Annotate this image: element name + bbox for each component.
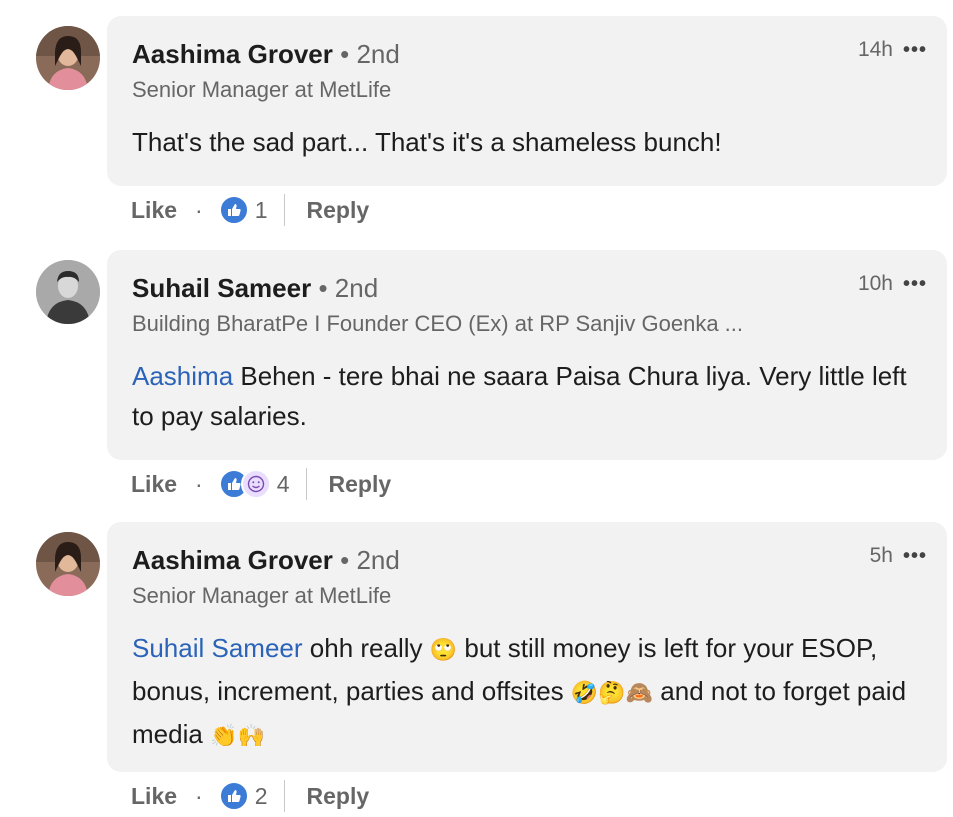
comment-actions: Like · 2 Reply <box>131 776 369 816</box>
comment-text: That's the sad part... That's it's a sha… <box>132 127 722 157</box>
like-button[interactable]: Like <box>131 197 177 224</box>
reaction-count: 1 <box>254 196 268 223</box>
avatar-photo-icon <box>36 26 100 90</box>
author-headline: Senior Manager at MetLife <box>132 77 392 102</box>
author-name[interactable]: Aashima Grover <box>132 39 333 69</box>
eye-roll-emoji-icon: 🙄 <box>429 638 458 663</box>
avatar[interactable] <box>36 260 100 324</box>
connection-degree: 2nd <box>334 273 379 303</box>
connection-degree: 2nd <box>356 39 400 69</box>
mention-link[interactable]: Aashima <box>132 361 233 391</box>
timestamp: 10h <box>857 272 893 295</box>
avatar[interactable] <box>36 532 100 596</box>
comment-text: Aashima Behen - tere bhai ne saara Paisa… <box>132 356 912 436</box>
reactions[interactable]: 2 <box>218 781 268 811</box>
author-headline: Building BharatPe I Founder CEO (Ex) at … <box>132 311 744 336</box>
author-headline: Senior Manager at MetLife <box>132 583 392 608</box>
separator-dot: · <box>195 196 203 223</box>
divider <box>305 468 307 500</box>
separator-dot: · <box>195 782 203 809</box>
reactions[interactable]: 1 <box>218 195 268 225</box>
like-button[interactable]: Like <box>131 783 177 810</box>
reaction-count: 4 <box>276 470 290 497</box>
divider <box>283 780 285 812</box>
more-options-icon[interactable]: ••• <box>903 545 927 568</box>
reaction-count: 2 <box>254 782 268 809</box>
mention-link[interactable]: Suhail Sameer <box>132 633 303 663</box>
more-options-icon[interactable]: ••• <box>903 39 927 62</box>
clap-raise-hands-emoji-icon: 👏🙌 <box>210 724 265 749</box>
reactions[interactable]: 4 <box>218 469 290 499</box>
author-name[interactable]: Aashima Grover <box>132 545 333 575</box>
like-button[interactable]: Like <box>131 471 177 498</box>
comment-text: Suhail Sameer ohh really 🙄 but still mon… <box>132 628 912 757</box>
comment-actions: Like · 1 Reply <box>131 190 369 230</box>
more-options-icon[interactable]: ••• <box>903 273 927 296</box>
reply-button[interactable]: Reply <box>307 197 370 224</box>
comment-bubble: Aashima Grover • 2nd Senior Manager at M… <box>107 522 947 772</box>
separator: • <box>318 273 328 303</box>
like-icon <box>218 195 249 225</box>
laugh-think-monkey-emoji-icon: 🤣🤔🙈 <box>570 681 654 706</box>
funny-icon <box>240 469 271 499</box>
comment-actions: Like · 4 Reply <box>131 464 391 504</box>
avatar-photo-icon <box>36 532 100 596</box>
reply-button[interactable]: Reply <box>329 471 392 498</box>
comment-bubble: Suhail Sameer • 2nd Building BharatPe I … <box>107 250 947 460</box>
timestamp: 14h <box>857 38 893 61</box>
reply-button[interactable]: Reply <box>307 783 370 810</box>
comment-body: Behen - tere bhai ne saara Paisa Chura l… <box>132 361 907 431</box>
separator: • <box>340 39 350 69</box>
connection-degree: 2nd <box>356 545 400 575</box>
comment-body-part: ohh really <box>302 633 430 663</box>
author-name[interactable]: Suhail Sameer <box>132 273 311 303</box>
like-icon <box>218 781 249 811</box>
comment-bubble: Aashima Grover • 2nd Senior Manager at M… <box>107 16 947 186</box>
divider <box>283 194 285 226</box>
separator-dot: · <box>195 470 203 497</box>
avatar-photo-icon <box>36 260 100 324</box>
timestamp: 5h <box>869 544 893 567</box>
avatar[interactable] <box>36 26 100 90</box>
separator: • <box>340 545 350 575</box>
